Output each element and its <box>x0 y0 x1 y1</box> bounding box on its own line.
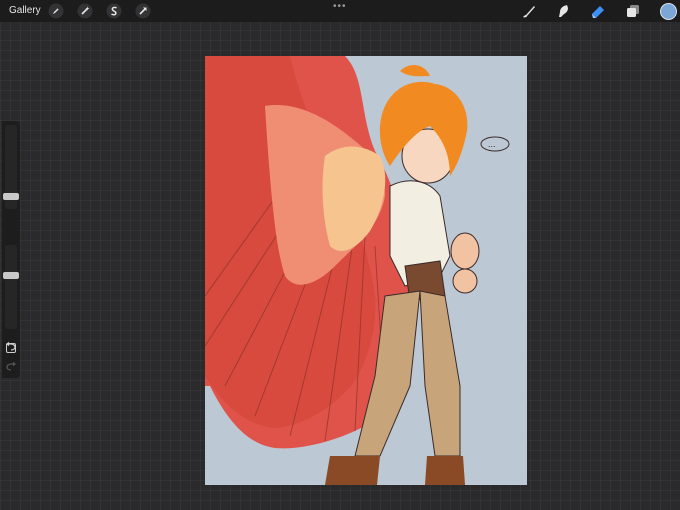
opacity-slider[interactable] <box>5 245 17 329</box>
speech-bubble-text: ... <box>488 139 496 149</box>
eraser-icon[interactable] <box>590 3 606 19</box>
gallery-button[interactable]: Gallery <box>9 5 41 16</box>
left-sidebar <box>2 121 20 378</box>
brush-icon[interactable] <box>521 3 537 19</box>
smudge-icon[interactable] <box>555 3 571 19</box>
layers-icon[interactable] <box>625 3 641 19</box>
transform-arrow-icon[interactable] <box>135 3 151 19</box>
redo-icon[interactable] <box>5 359 17 371</box>
brush-size-handle[interactable] <box>3 193 19 200</box>
artwork-illustration: ... <box>205 56 527 485</box>
selection-icon[interactable] <box>106 3 122 19</box>
opacity-handle[interactable] <box>3 272 19 279</box>
drawing-canvas[interactable]: ... <box>205 56 527 485</box>
wrench-icon[interactable] <box>48 3 64 19</box>
more-options-icon[interactable]: ••• <box>333 1 347 12</box>
magic-wand-icon[interactable] <box>77 3 93 19</box>
undo-icon[interactable] <box>5 339 17 351</box>
top-toolbar: Gallery ••• <box>0 0 680 22</box>
color-picker-swatch[interactable] <box>660 3 677 20</box>
